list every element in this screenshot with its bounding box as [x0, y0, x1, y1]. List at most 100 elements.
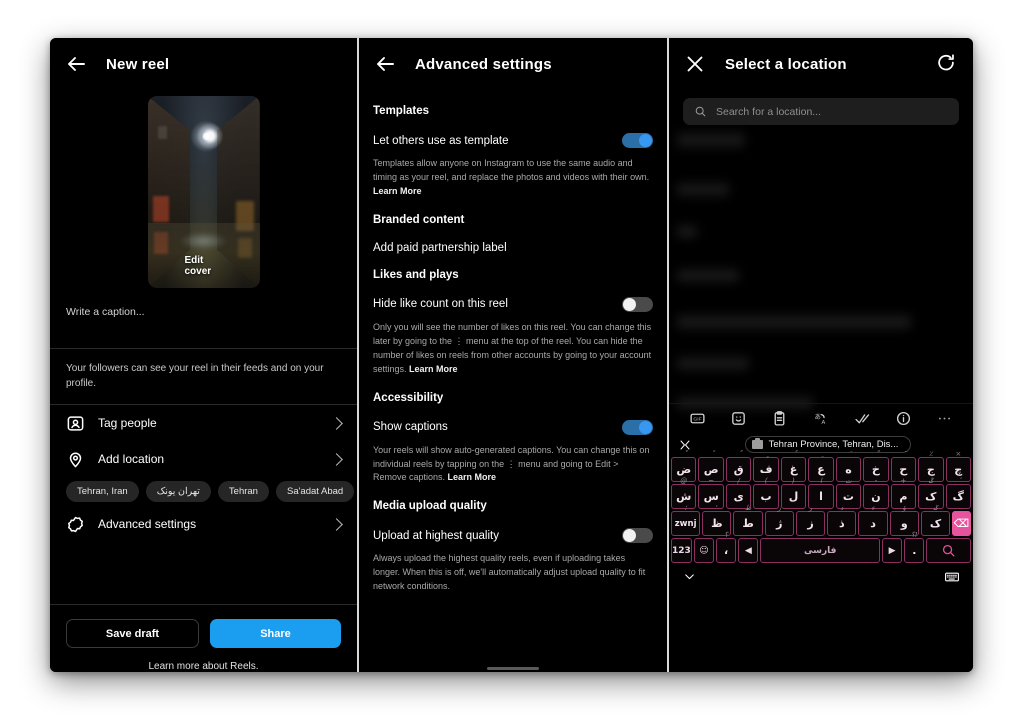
key[interactable]: ~ س [698, 477, 724, 509]
key-main: ش [676, 490, 692, 503]
toggle-upload-at-highest-quality[interactable] [622, 528, 653, 544]
chevron-down-icon[interactable] [683, 570, 696, 583]
list-item[interactable] [677, 133, 745, 147]
sticker-icon[interactable] [730, 410, 747, 427]
toggle-hide-like-count[interactable] [622, 296, 653, 312]
info-icon[interactable] [895, 410, 912, 427]
advanced-settings-body: Templates Let others use as template Tem… [359, 105, 667, 594]
key[interactable]: ) ل [780, 477, 807, 509]
key-main: ظ [711, 517, 723, 530]
learn-more-link[interactable]: Learn More [448, 472, 497, 482]
key-sup: ؛ [684, 504, 687, 512]
key[interactable]: ٔگ [945, 484, 971, 509]
list-item[interactable] [677, 315, 911, 329]
location-chip[interactable]: Sa'adat Abad [275, 481, 355, 502]
toggle-show-captions[interactable] [622, 419, 653, 435]
setting-description: Only you will see the number of likes on… [373, 321, 653, 377]
cursor-right-key[interactable]: ▶ [881, 538, 903, 563]
keyboard-row-4: 123 ☺ ؟ ، ◀ فارسی ▶ ؟!. [671, 531, 972, 563]
section-title-likes-and-plays: Likes and plays [373, 268, 459, 281]
list-item[interactable] [677, 183, 729, 196]
key-zwnj[interactable]: ؛ zwnj [671, 504, 701, 536]
save-draft-button[interactable]: Save draft [66, 619, 199, 648]
key[interactable]: دذ [827, 504, 857, 536]
key-sup: ر [808, 504, 813, 512]
back-arrow-icon[interactable] [64, 52, 88, 76]
setting-hide-like-count[interactable]: Hide like count on this reel [373, 296, 653, 312]
key[interactable]: زژ [764, 504, 794, 536]
collapse-icon[interactable] [679, 439, 693, 451]
key[interactable]: ظط [733, 504, 763, 536]
gif-icon[interactable]: GIF [689, 410, 706, 427]
row-add-location[interactable]: Add location [50, 441, 357, 477]
panel-new-reel: New reel Edit cover Write a caption... Y… [50, 38, 357, 672]
suggestion-text: Tehran Province, Tehran, Dis... [768, 439, 899, 450]
clipboard-icon[interactable] [771, 410, 788, 427]
key-main: گ [952, 490, 964, 503]
toggle-let-others-use-as-template[interactable] [622, 133, 653, 148]
location-chip[interactable]: Tehran, Iran [66, 481, 139, 502]
list-item[interactable] [677, 269, 739, 282]
key[interactable]: (ب [753, 477, 779, 509]
panel-advanced-settings: Advanced settings Templates Let others u… [357, 38, 667, 672]
key-sup: + [900, 477, 907, 485]
key-main: ذ [838, 517, 845, 530]
key-main: . [912, 544, 917, 557]
close-x-icon[interactable] [683, 52, 707, 76]
reel-cover-thumbnail[interactable]: Edit cover [147, 96, 260, 288]
cover-preview-container: Edit cover [50, 96, 357, 288]
location-chip[interactable]: تهران یونک [145, 481, 211, 502]
back-arrow-icon[interactable] [373, 52, 397, 76]
key[interactable]: -ن [863, 477, 889, 509]
list-item[interactable] [677, 397, 813, 409]
setting-add-paid-partnership-label[interactable]: Add paid partnership label [373, 242, 653, 254]
setting-upload-at-highest-quality[interactable]: Upload at highest quality [373, 528, 653, 544]
location-chip[interactable]: Tehran [217, 481, 269, 502]
key-main: و [900, 517, 908, 530]
list-item[interactable] [677, 225, 697, 238]
row-advanced-settings[interactable]: Advanced settings [50, 506, 357, 542]
key-main: ن [871, 490, 881, 503]
search-key[interactable] [926, 538, 972, 563]
key-sup: ت [845, 477, 852, 485]
keyboard-switch-icon[interactable] [945, 572, 959, 582]
key-sup: ز [777, 504, 782, 512]
numeric-mode-key[interactable]: 123 [671, 538, 692, 563]
key[interactable]: ݣک [918, 477, 944, 509]
backspace-key[interactable]: ⌫ [952, 511, 971, 536]
search-input[interactable]: Search for a location... [683, 98, 959, 125]
key[interactable]: ءد [858, 504, 888, 536]
learn-more-link[interactable]: Learn More [373, 186, 422, 196]
more-options-icon[interactable] [936, 410, 953, 427]
refresh-icon[interactable] [935, 52, 959, 76]
comma-key[interactable]: ؟ ، [716, 531, 737, 563]
section-title-accessibility: Accessibility [373, 391, 444, 404]
edit-cover-button[interactable]: Edit cover [176, 252, 232, 280]
list-item[interactable] [677, 357, 749, 370]
space-key[interactable]: فارسی [760, 538, 880, 563]
description-text: Your reels will show auto-generated capt… [373, 444, 650, 483]
share-button[interactable]: Share [210, 619, 341, 648]
key-main: 123 [672, 545, 691, 556]
setting-let-others-use-as-template[interactable]: Let others use as template [373, 133, 653, 148]
learn-more-link[interactable]: Learn More [409, 364, 458, 374]
key-main: ف [759, 463, 773, 476]
emoji-key[interactable]: ☺ [693, 538, 715, 563]
location-results-list[interactable] [669, 125, 973, 409]
row-tag-people[interactable]: Tag people [50, 405, 357, 441]
setting-show-captions[interactable]: Show captions [373, 419, 653, 435]
cursor-left-key[interactable]: ◀ [738, 538, 759, 563]
caption-input[interactable]: Write a caption... [50, 288, 357, 318]
section-title-media-upload-quality: Media upload quality [373, 500, 487, 513]
key[interactable]: × چ [945, 450, 971, 482]
learn-more-reels-link[interactable]: Learn more about Reels. [50, 648, 357, 672]
key-main: zwnj [674, 518, 697, 529]
period-key[interactable]: ؟!. [904, 531, 925, 563]
tag-people-icon [66, 414, 85, 433]
location-suggestion-chip[interactable]: Tehran Province, Tehran, Dis... [744, 436, 912, 453]
checkmark-icon[interactable] [854, 410, 871, 427]
key-main: غ [789, 463, 798, 476]
key[interactable]: ݢک [920, 504, 951, 536]
translate-icon[interactable]: あA [812, 410, 829, 427]
key[interactable]: رز [795, 504, 826, 536]
